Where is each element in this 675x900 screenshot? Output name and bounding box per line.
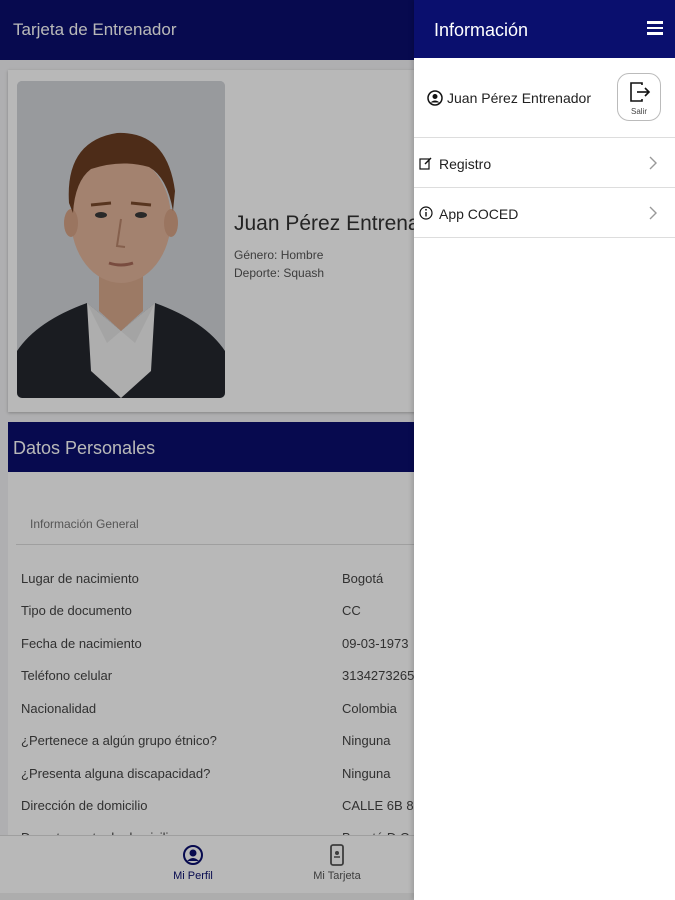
user-circle-icon bbox=[427, 90, 443, 106]
menu-item-label: Registro bbox=[439, 156, 492, 172]
menu-item-registro[interactable]: Registro bbox=[414, 138, 675, 188]
hamburger-icon[interactable] bbox=[647, 21, 663, 35]
chevron-right-icon bbox=[649, 156, 657, 170]
menu-item-app-coced[interactable]: App COCED bbox=[414, 188, 675, 238]
chevron-right-icon bbox=[649, 206, 657, 220]
logout-label: Salir bbox=[630, 107, 647, 116]
logout-icon bbox=[630, 82, 651, 102]
menu-user-row: Juan Pérez Entrenador Salir bbox=[414, 58, 675, 138]
logout-button[interactable]: Salir bbox=[617, 73, 661, 121]
menu-item-label: App COCED bbox=[439, 206, 519, 222]
info-icon bbox=[419, 206, 433, 220]
menu-user-name: Juan Pérez Entrenador bbox=[447, 90, 591, 106]
menu-header: Información bbox=[414, 0, 675, 58]
side-menu: Información Juan Pérez Entrenador Salir … bbox=[414, 0, 675, 900]
menu-title: Información bbox=[434, 20, 529, 40]
edit-icon bbox=[419, 157, 432, 170]
